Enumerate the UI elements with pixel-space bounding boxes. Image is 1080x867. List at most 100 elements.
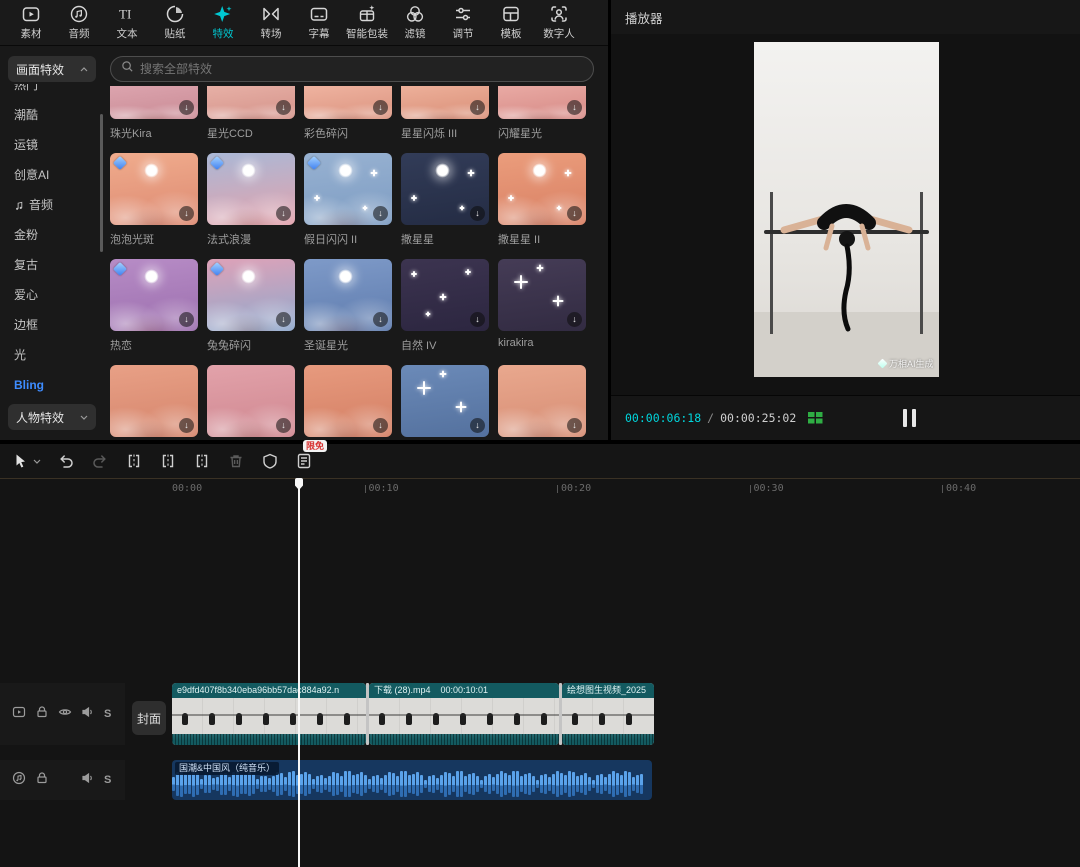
search-input[interactable]: [140, 62, 583, 76]
effect-tile-撒星星 II[interactable]: ↓撒星星 II: [498, 153, 586, 245]
effect-tile-热恋[interactable]: ↓热恋: [110, 259, 198, 351]
toolbar-item-smartpack[interactable]: 智能包装: [346, 4, 388, 41]
download-icon[interactable]: ↓: [470, 206, 485, 221]
download-icon[interactable]: ↓: [373, 206, 388, 221]
sidebar-item-Bling[interactable]: Bling: [0, 370, 104, 398]
sidebar-scrollbar[interactable]: [100, 114, 103, 252]
effect-tile[interactable]: ↓: [110, 365, 198, 437]
toolbar-item-adjust[interactable]: 调节: [442, 4, 484, 41]
download-icon[interactable]: ↓: [567, 100, 582, 115]
effect-tile-泡泡光斑[interactable]: ↓泡泡光斑: [110, 153, 198, 245]
clip-transition-handle[interactable]: [366, 683, 369, 745]
redo-button[interactable]: [91, 452, 109, 470]
video-clip[interactable]: e9dfd407f8b340eba96bb57dac884a92.n: [172, 683, 366, 745]
download-icon[interactable]: ↓: [276, 100, 291, 115]
effect-tile-圣诞星光[interactable]: ↓圣诞星光: [304, 259, 392, 351]
effect-tile-兔兔碎闪[interactable]: ↓兔兔碎闪: [207, 259, 295, 351]
effect-tile-假日闪闪 II[interactable]: ↓假日闪闪 II: [304, 153, 392, 245]
cover-button[interactable]: 封面: [132, 701, 166, 735]
effect-tile[interactable]: ↓: [401, 365, 489, 437]
effect-tile-彩色碎闪[interactable]: ↓彩色碎闪: [304, 86, 392, 139]
sidebar-item-运镜[interactable]: 运镜: [0, 130, 104, 160]
render-quality-icon[interactable]: [808, 412, 823, 424]
timeline-ruler[interactable]: 00:0000:1000:2000:3000:40: [0, 478, 1080, 495]
audio-clip[interactable]: 国潮&中国风（纯音乐）: [172, 760, 652, 800]
smart-edit-button[interactable]: 限免: [295, 452, 313, 470]
download-icon[interactable]: ↓: [373, 312, 388, 327]
delete-right-button[interactable]: [193, 452, 211, 470]
video-preview[interactable]: 万相AI生成: [754, 42, 939, 377]
solo-toggle[interactable]: S: [104, 708, 111, 720]
toolbar-item-filter[interactable]: 滤镜: [394, 4, 436, 41]
sparkle-graphic: [514, 275, 528, 289]
search-bar[interactable]: [110, 56, 594, 82]
playhead[interactable]: [298, 478, 300, 867]
toolbar-item-sticker[interactable]: 贴纸: [154, 4, 196, 41]
mask-button[interactable]: [261, 452, 279, 470]
sidebar-item-潮酷[interactable]: 潮酷: [0, 100, 104, 130]
download-icon[interactable]: ↓: [179, 100, 194, 115]
download-icon[interactable]: ↓: [276, 418, 291, 433]
pause-button[interactable]: [899, 409, 919, 427]
category-selector[interactable]: 画面特效: [8, 56, 96, 82]
effect-tile-闪耀星光[interactable]: ↓闪耀星光: [498, 86, 586, 139]
download-icon[interactable]: ↓: [179, 312, 194, 327]
clip-transition-handle[interactable]: [559, 683, 562, 745]
effect-tile-撒星星[interactable]: ↓撒星星: [401, 153, 489, 245]
download-icon[interactable]: ↓: [179, 206, 194, 221]
video-clip[interactable]: 绘想图生视频_2025: [562, 683, 654, 745]
sidebar-item-音频[interactable]: 音频: [0, 190, 104, 220]
video-clip[interactable]: 下载 (28).mp400:00:10:01: [369, 683, 559, 745]
effect-tile[interactable]: ↓: [498, 365, 586, 437]
effect-tile-星星闪烁 III[interactable]: ↓星星闪烁 III: [401, 86, 489, 139]
effect-tile-kirakira[interactable]: ↓kirakira: [498, 259, 586, 351]
effect-tile-label: 自然 IV: [401, 337, 489, 351]
split-button[interactable]: [125, 452, 143, 470]
effect-tile-label: 法式浪漫: [207, 231, 295, 245]
sidebar-item-创意AI[interactable]: 创意AI: [0, 160, 104, 190]
character-effects-selector[interactable]: 人物特效: [8, 404, 96, 430]
sidebar-item-金粉[interactable]: 金粉: [0, 220, 104, 250]
download-icon[interactable]: ↓: [373, 100, 388, 115]
effect-tile-珠光Kira[interactable]: ↓珠光Kira: [110, 86, 198, 139]
download-icon[interactable]: ↓: [567, 418, 582, 433]
effect-tile[interactable]: ↓: [207, 365, 295, 437]
lock-icon[interactable]: [35, 705, 49, 724]
toolbar-item-audio[interactable]: 音频: [58, 4, 100, 41]
eye-icon[interactable]: [58, 705, 72, 724]
download-icon[interactable]: ↓: [470, 312, 485, 327]
lock-icon[interactable]: [35, 771, 49, 790]
sidebar-item-热门[interactable]: 热门: [0, 84, 104, 100]
speaker-icon[interactable]: [81, 771, 95, 790]
delete-button[interactable]: [227, 452, 245, 470]
download-icon[interactable]: ↓: [470, 418, 485, 433]
undo-button[interactable]: [57, 452, 75, 470]
toolbar-item-digitalhuman[interactable]: 数字人: [538, 4, 580, 41]
toolbar-item-template[interactable]: 模板: [490, 4, 532, 41]
download-icon[interactable]: ↓: [567, 312, 582, 327]
sidebar-item-光[interactable]: 光: [0, 340, 104, 370]
toolbar-item-effects[interactable]: 特效: [202, 4, 244, 41]
download-icon[interactable]: ↓: [567, 206, 582, 221]
solo-toggle[interactable]: S: [104, 774, 111, 786]
sidebar-item-边框[interactable]: 边框: [0, 310, 104, 340]
download-icon[interactable]: ↓: [179, 418, 194, 433]
toolbar-item-transition[interactable]: 转场: [250, 4, 292, 41]
effect-tile[interactable]: ↓: [304, 365, 392, 437]
download-icon[interactable]: ↓: [470, 100, 485, 115]
effect-tile-法式浪漫[interactable]: ↓ 法式浪漫: [207, 153, 295, 245]
delete-left-button[interactable]: [159, 452, 177, 470]
sidebar-item-复古[interactable]: 复古: [0, 250, 104, 280]
effect-tile-星光CCD[interactable]: ↓星光CCD: [207, 86, 295, 139]
preview-frame-illustration: [754, 42, 939, 377]
select-tool[interactable]: [12, 452, 41, 470]
toolbar-item-text[interactable]: TI文本: [106, 4, 148, 41]
download-icon[interactable]: ↓: [373, 418, 388, 433]
toolbar-item-media[interactable]: 素材: [10, 4, 52, 41]
sidebar-item-爱心[interactable]: 爱心: [0, 280, 104, 310]
effect-tile-自然 IV[interactable]: ↓ 自然 IV: [401, 259, 489, 351]
download-icon[interactable]: ↓: [276, 312, 291, 327]
download-icon[interactable]: ↓: [276, 206, 291, 221]
toolbar-item-captions[interactable]: 字幕: [298, 4, 340, 41]
speaker-icon[interactable]: [81, 705, 95, 724]
